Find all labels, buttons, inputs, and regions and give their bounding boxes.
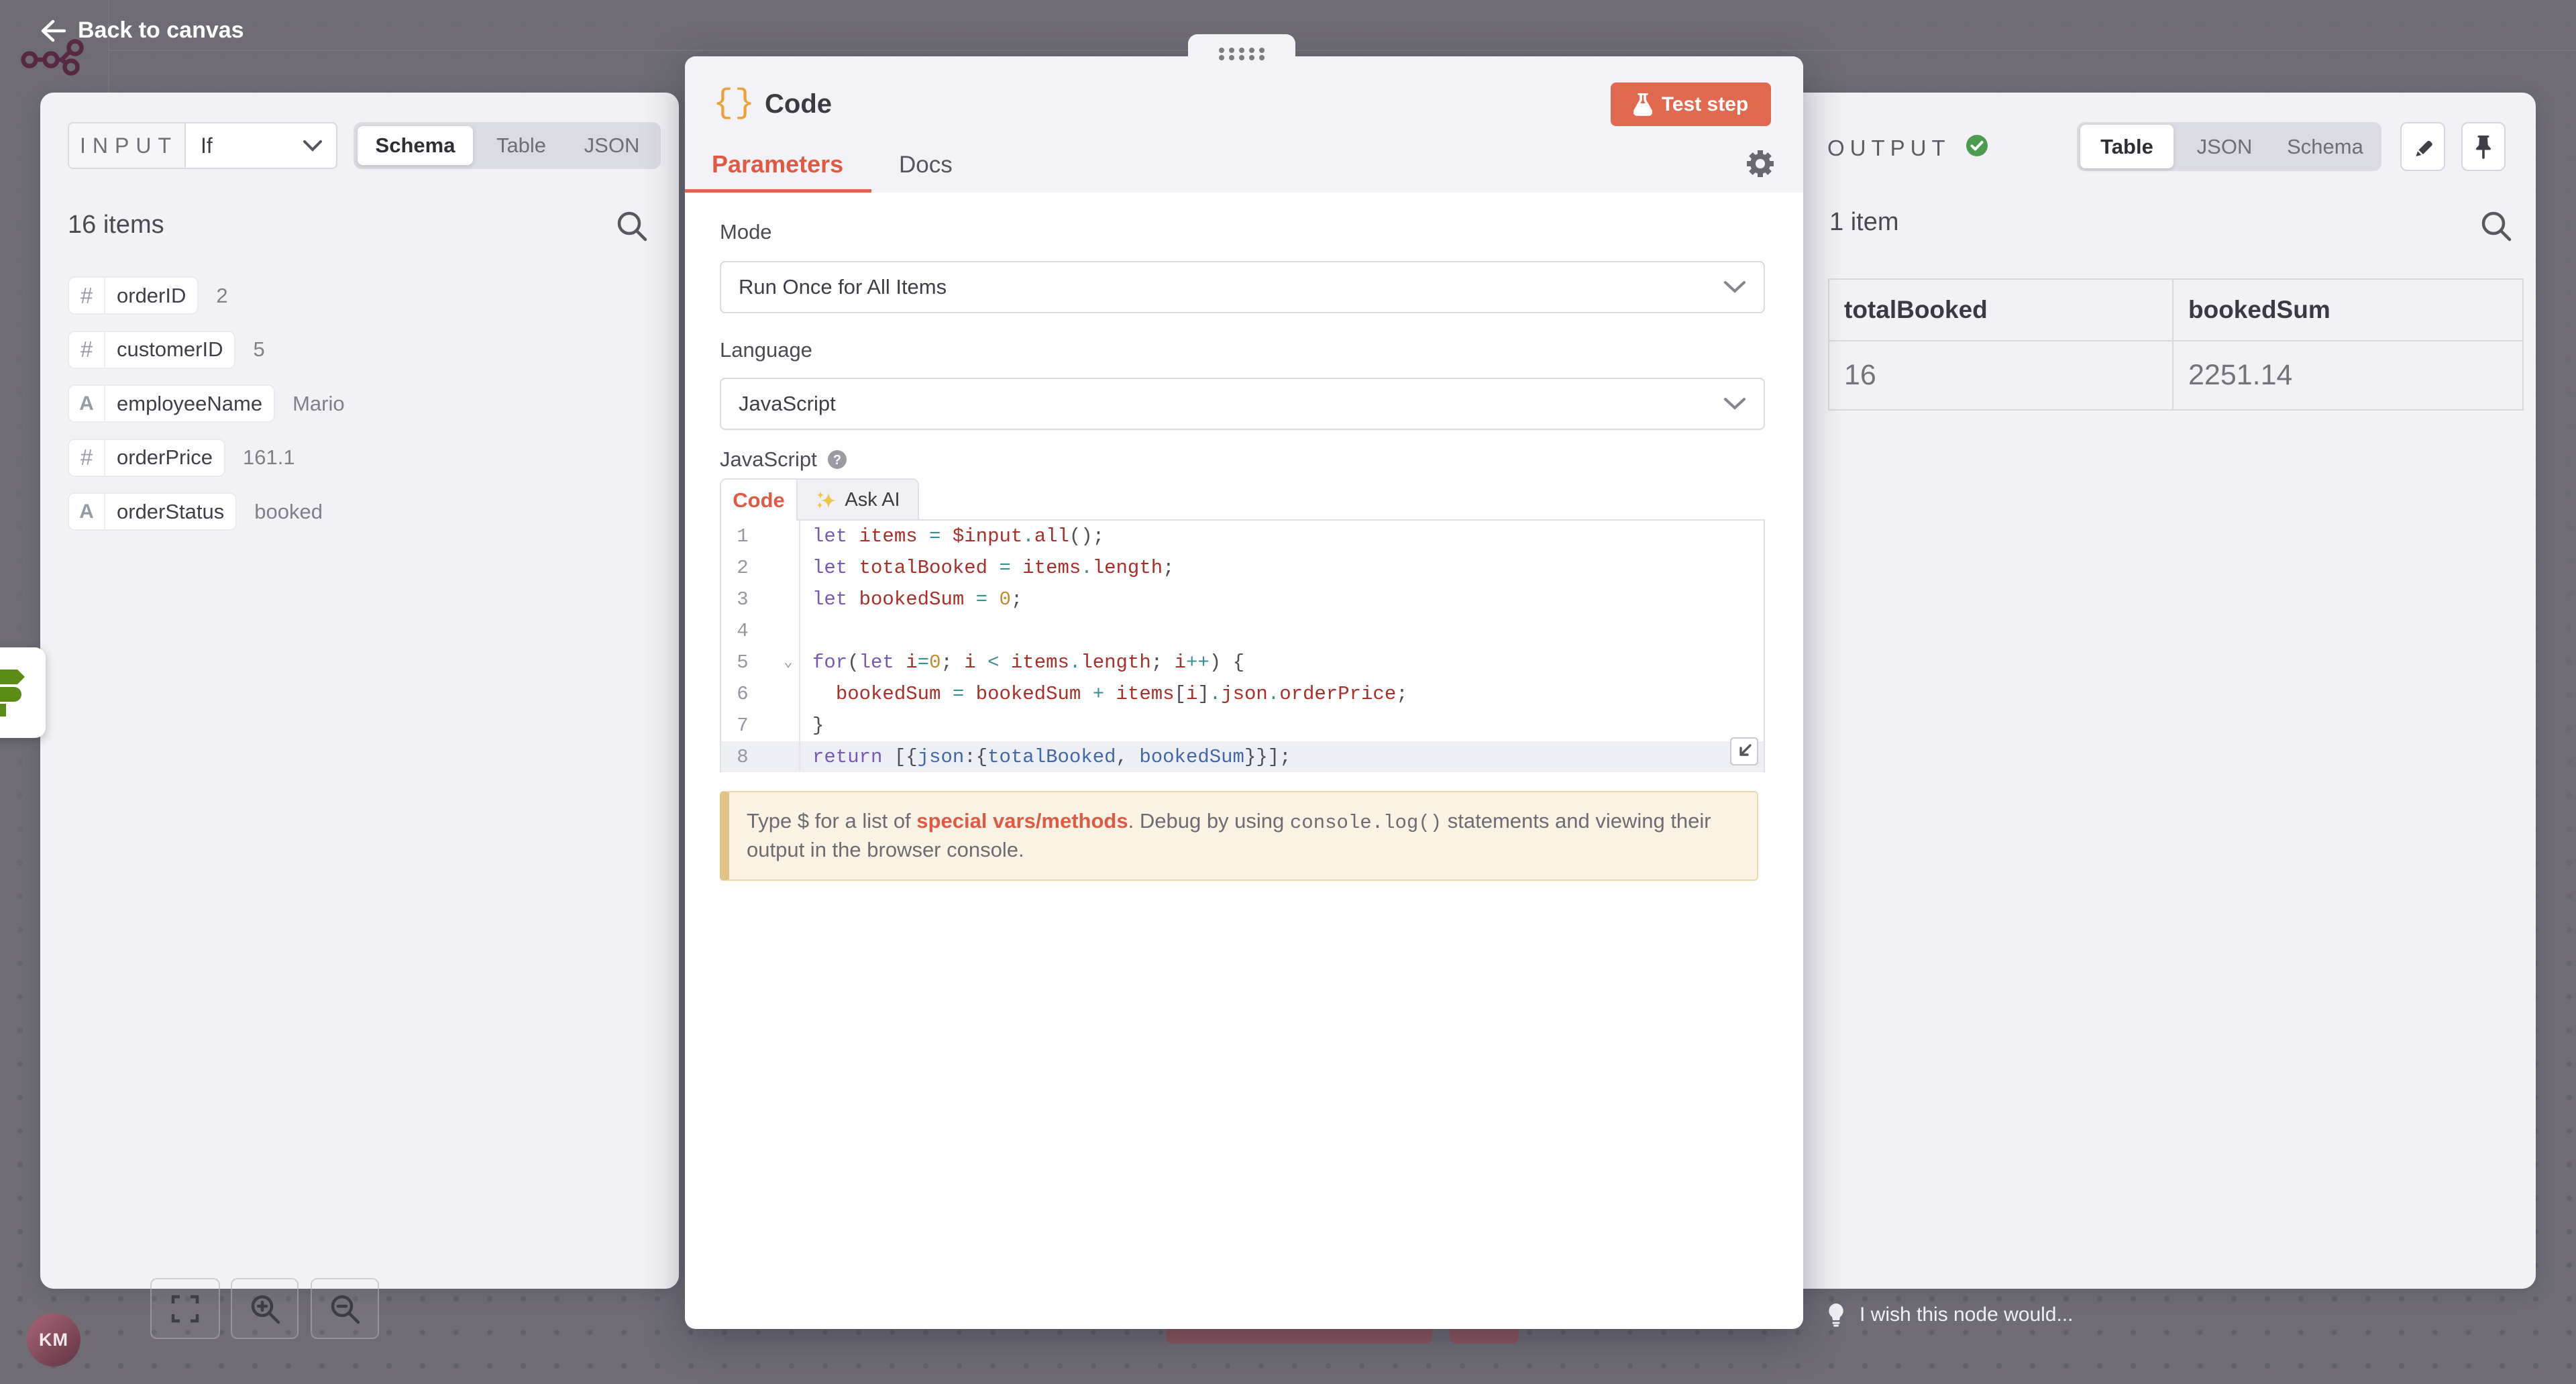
svg-text:?: ? [833, 453, 841, 468]
